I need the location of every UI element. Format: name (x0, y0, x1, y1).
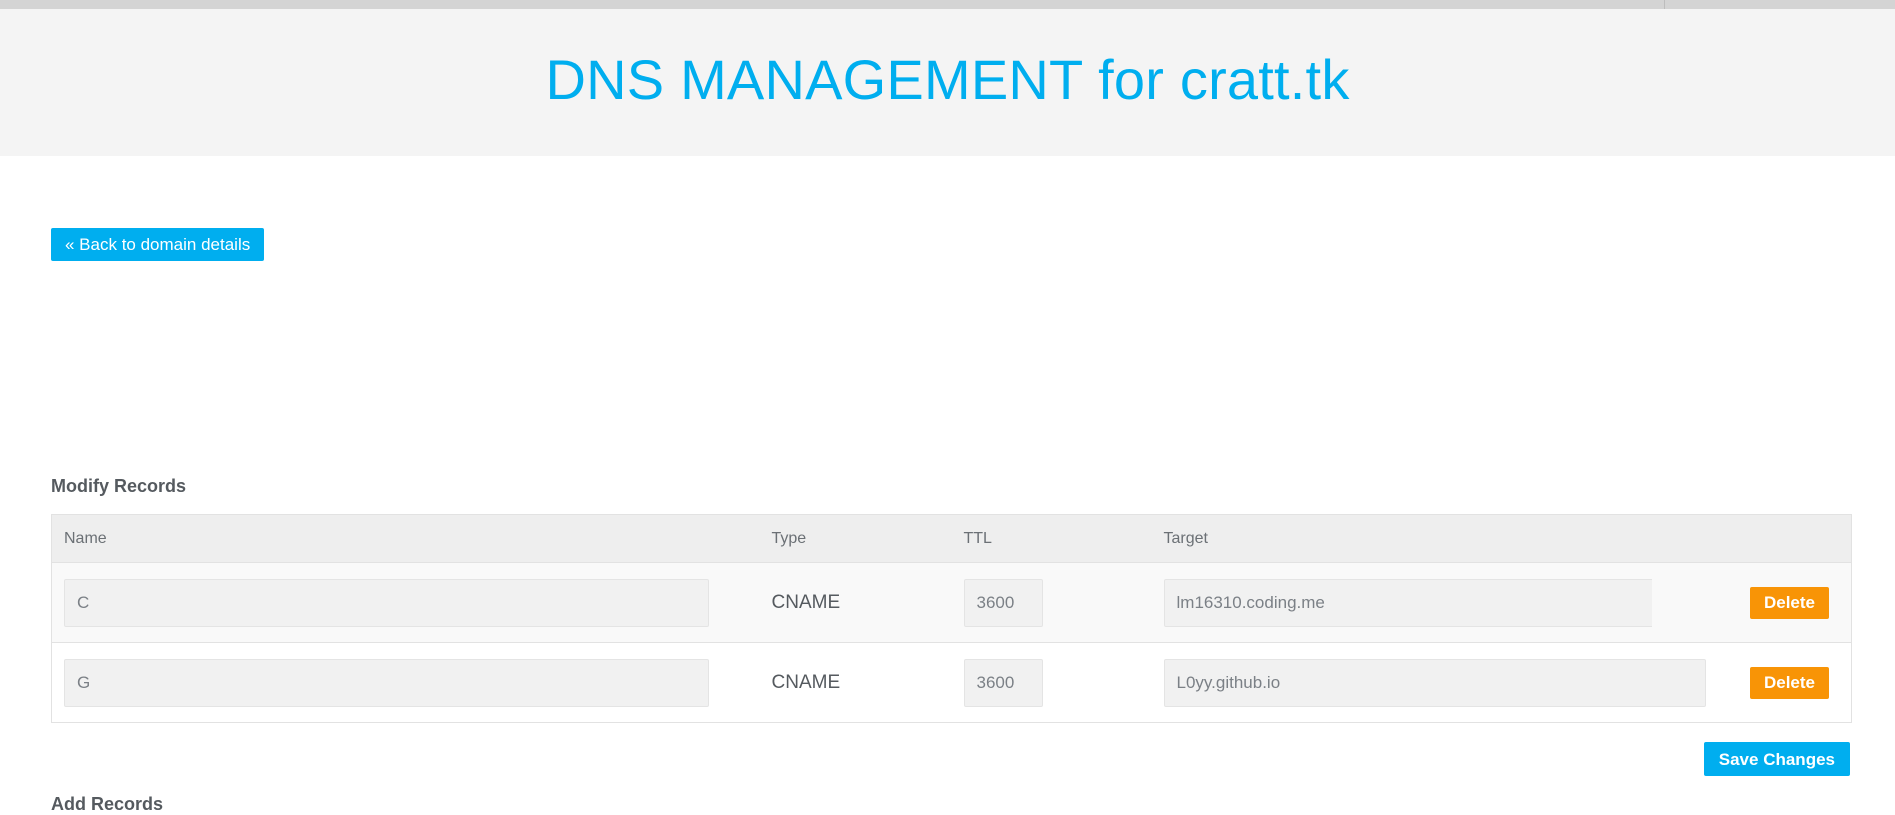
browser-top-strip (0, 0, 1895, 9)
toolbar-divider (1664, 0, 1665, 9)
cell-name (52, 643, 760, 723)
back-to-domain-details-button[interactable]: « Back to domain details (51, 228, 265, 261)
cell-ttl (952, 643, 1152, 723)
column-header-type: Type (759, 514, 952, 563)
record-ttl-input[interactable] (963, 578, 1043, 627)
cell-type: CNAME (759, 562, 952, 643)
cell-name (51, 562, 760, 643)
record-name-input[interactable] (64, 578, 709, 627)
table-header: Name Type TTL Target (51, 514, 1852, 563)
cell-actions: Delete (1651, 562, 1852, 643)
page-title: DNS MANAGEMENT for cratt.tk (545, 47, 1350, 111)
delete-record-button[interactable]: Delete (1749, 666, 1829, 699)
modify-records-heading: Modify Records (51, 476, 187, 496)
save-changes-button[interactable]: Save Changes (1703, 742, 1850, 776)
cell-ttl (951, 562, 1152, 643)
table-row: CNAME Delete (52, 643, 1852, 723)
record-target-input[interactable] (1163, 578, 1706, 627)
cell-actions: Delete (1652, 643, 1852, 723)
column-header-actions (1651, 514, 1852, 563)
record-type-label: CNAME (771, 671, 841, 693)
cell-target (1151, 562, 1706, 643)
add-records-heading: Add Records (51, 794, 164, 814)
table-row: CNAME Delete (51, 562, 1852, 643)
cell-target (1152, 643, 1706, 723)
delete-record-button[interactable]: Delete (1749, 586, 1829, 619)
page-banner: DNS MANAGEMENT for cratt.tk (0, 9, 1895, 156)
main-content: « Back to domain details Modify Records … (0, 156, 1895, 814)
dns-records-table: Name Type TTL Target CNAME (51, 514, 1852, 723)
column-header-target: Target (1151, 514, 1652, 563)
record-type-label: CNAME (771, 591, 841, 613)
cell-type: CNAME (760, 643, 952, 723)
column-header-name: Name (51, 514, 760, 563)
column-header-ttl: TTL (951, 514, 1152, 563)
table-header-row: Name Type TTL Target (51, 514, 1852, 563)
table-body: CNAME Delete CNAME (51, 562, 1852, 723)
